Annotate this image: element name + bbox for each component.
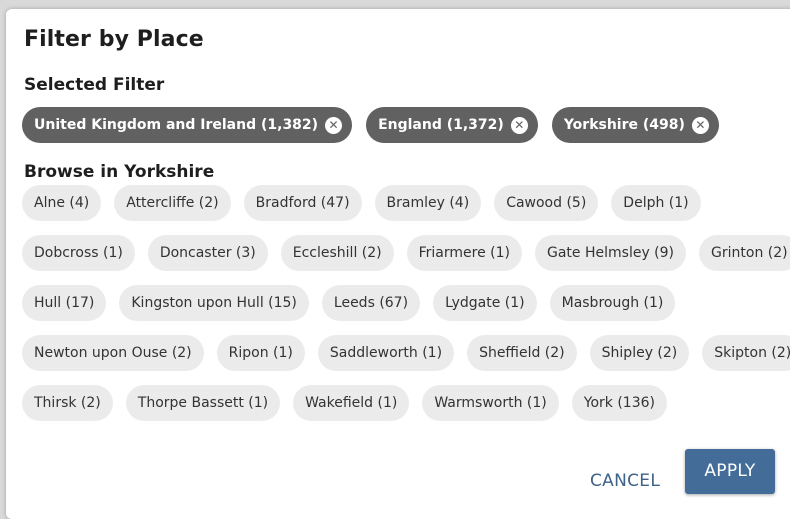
close-circle-icon[interactable]: ✕: [510, 116, 528, 134]
place-chip[interactable]: Warmsworth (1): [422, 385, 559, 421]
selected-filter-heading: Selected Filter: [24, 75, 165, 95]
place-chip[interactable]: Wakefield (1): [293, 385, 410, 421]
selected-filter-label: Yorkshire (498): [563, 117, 685, 133]
place-chip[interactable]: Ripon (1): [216, 335, 305, 371]
place-chip[interactable]: Hull (17): [22, 285, 107, 321]
place-chip[interactable]: Bramley (4): [374, 185, 482, 221]
place-chip-list: Alne (4) Attercliffe (2) Bradford (47) B…: [22, 185, 790, 435]
place-chip[interactable]: Gate Helmsley (9): [535, 235, 687, 271]
close-circle-icon[interactable]: ✕: [325, 116, 343, 134]
place-chip[interactable]: Sheffield (2): [467, 335, 577, 371]
cancel-button[interactable]: CANCEL: [584, 459, 666, 503]
place-chip[interactable]: Doncaster (3): [147, 235, 268, 271]
close-circle-icon[interactable]: ✕: [691, 116, 709, 134]
place-chip[interactable]: Thorpe Bassett (1): [125, 385, 281, 421]
selected-filter-chip[interactable]: England (1,372) ✕: [366, 107, 538, 143]
apply-button[interactable]: APPLY: [685, 449, 775, 494]
place-chip[interactable]: Newton upon Ouse (2): [22, 335, 204, 371]
chip-row: Hull (17) Kingston upon Hull (15) Leeds …: [22, 285, 762, 321]
browse-heading: Browse in Yorkshire: [24, 162, 215, 182]
chip-row: Newton upon Ouse (2) Ripon (1) Saddlewor…: [22, 335, 790, 371]
place-chip[interactable]: Lydgate (1): [433, 285, 537, 321]
selected-filter-chip[interactable]: United Kingdom and Ireland (1,382) ✕: [22, 107, 353, 143]
selected-filters: United Kingdom and Ireland (1,382) ✕ Eng…: [22, 107, 719, 143]
selected-filter-label: United Kingdom and Ireland (1,382): [34, 117, 319, 133]
chip-row: Alne (4) Attercliffe (2) Bradford (47) B…: [22, 185, 762, 221]
place-chip[interactable]: Masbrough (1): [549, 285, 676, 321]
place-chip[interactable]: Shipley (2): [589, 335, 690, 371]
place-chip[interactable]: Saddleworth (1): [317, 335, 455, 371]
place-chip[interactable]: Delph (1): [611, 185, 701, 221]
chip-row: Thirsk (2) Thorpe Bassett (1) Wakefield …: [22, 385, 762, 421]
place-chip[interactable]: Alne (4): [22, 185, 102, 221]
place-chip[interactable]: Attercliffe (2): [114, 185, 231, 221]
place-chip[interactable]: Bradford (47): [243, 185, 362, 221]
place-chip[interactable]: Thirsk (2): [22, 385, 113, 421]
selected-filter-label: England (1,372): [378, 117, 504, 133]
place-chip[interactable]: Eccleshill (2): [280, 235, 394, 271]
place-chip[interactable]: Cawood (5): [494, 185, 599, 221]
place-chip[interactable]: Skipton (2): [702, 335, 790, 371]
place-chip[interactable]: Leeds (67): [321, 285, 421, 321]
chip-row: Dobcross (1) Doncaster (3) Eccleshill (2…: [22, 235, 790, 271]
place-chip[interactable]: Grinton (2): [699, 235, 790, 271]
place-chip[interactable]: Dobcross (1): [22, 235, 135, 271]
dialog-title: Filter by Place: [24, 27, 204, 52]
place-chip[interactable]: York (136): [571, 385, 667, 421]
place-chip[interactable]: Kingston upon Hull (15): [119, 285, 309, 321]
filter-dialog: Filter by Place Selected Filter United K…: [6, 9, 790, 519]
place-chip[interactable]: Friarmere (1): [406, 235, 522, 271]
selected-filter-chip[interactable]: Yorkshire (498) ✕: [551, 107, 719, 143]
